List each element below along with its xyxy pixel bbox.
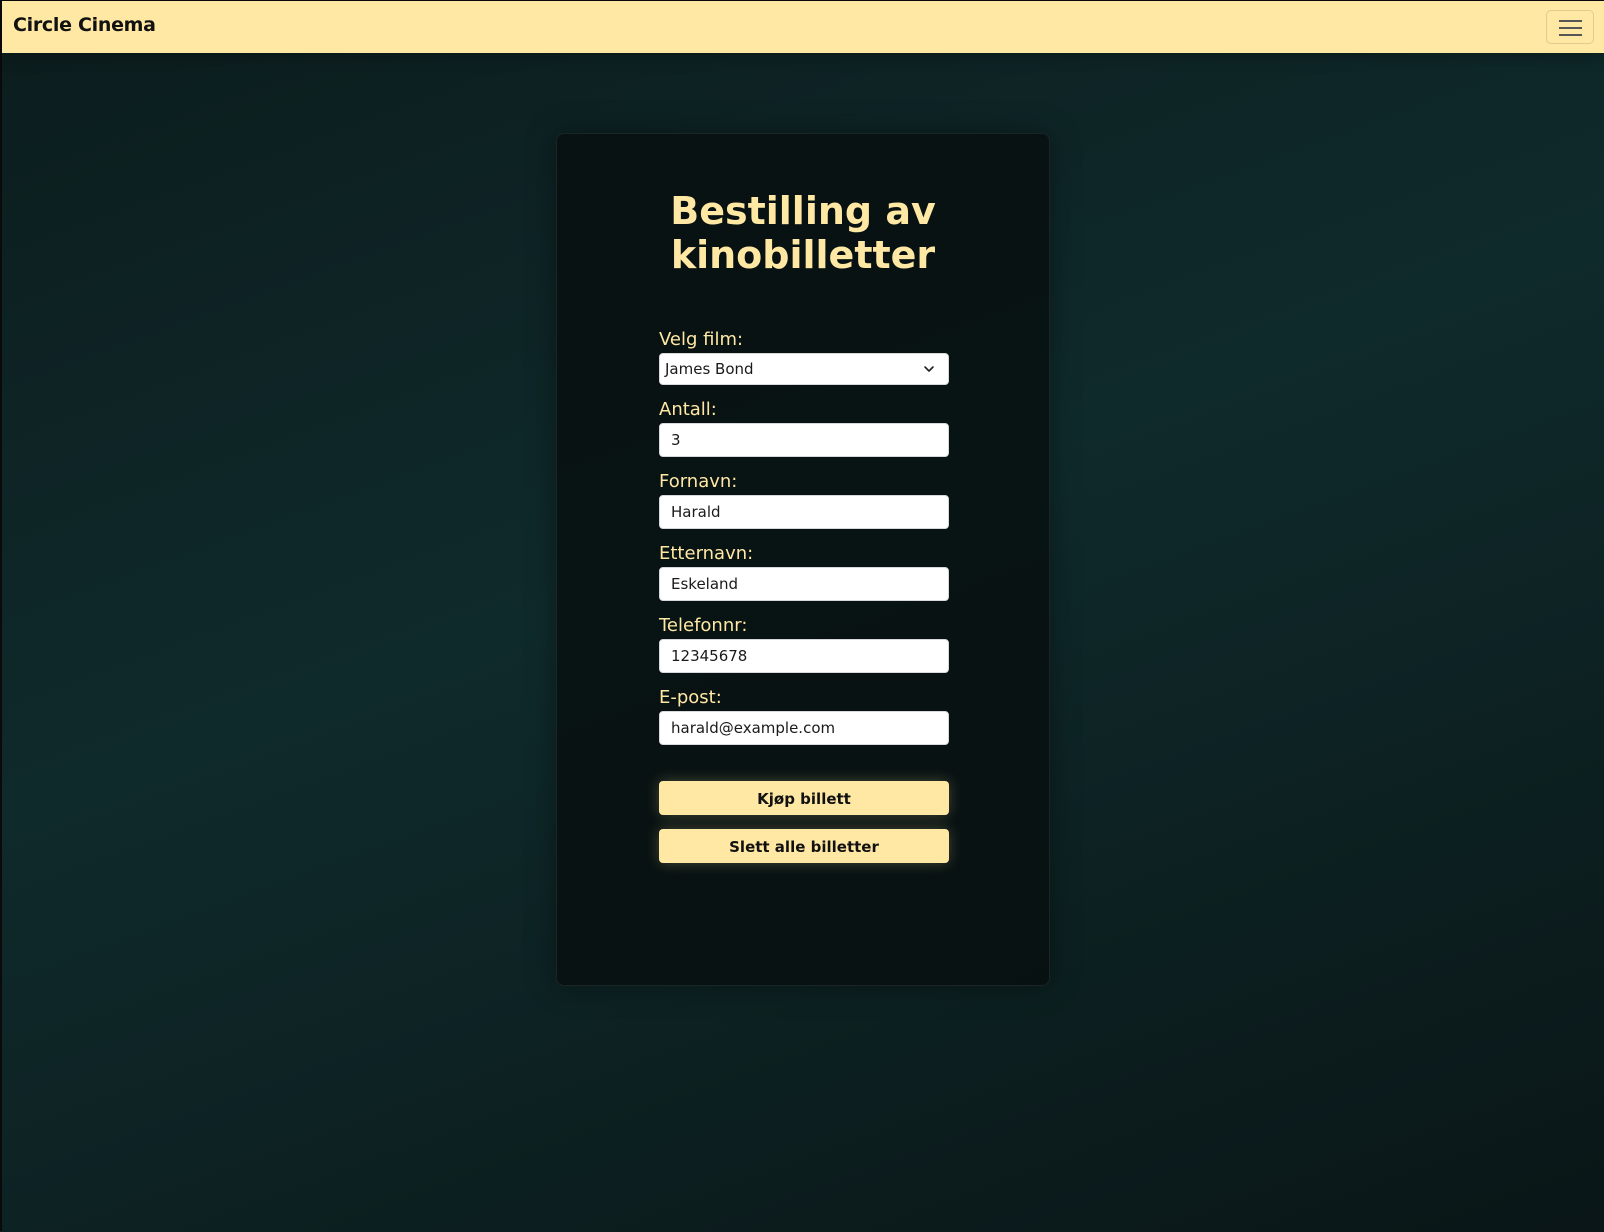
order-card: Bestilling av kinobilletter Velg film: J…	[556, 133, 1050, 986]
antall-group: Antall: 3	[659, 399, 949, 457]
page-title-text: Bestilling av kinobilletter	[670, 189, 936, 277]
epost-group: E-post: harald@example.com	[659, 687, 949, 745]
chevron-down-icon	[924, 366, 934, 372]
ticket-form: Velg film: James Bond Antall: 3 Fornavn:…	[659, 329, 949, 863]
telefonnr-input[interactable]: 12345678	[659, 639, 949, 673]
film-label: Velg film:	[659, 329, 744, 350]
fornavn-label: Fornavn:	[659, 471, 738, 492]
buy-ticket-button[interactable]: Kjøp billett	[659, 781, 949, 815]
etternavn-label: Etternavn:	[659, 543, 754, 564]
navbar-toggle-button[interactable]	[1546, 10, 1594, 44]
film-group: Velg film: James Bond	[659, 329, 949, 385]
fornavn-group: Fornavn: Harald	[659, 471, 949, 529]
telefonnr-label: Telefonnr:	[659, 615, 748, 636]
film-select-value: James Bond	[665, 360, 754, 378]
hamburger-menu-icon	[1559, 20, 1582, 22]
epost-label: E-post:	[659, 687, 722, 708]
film-select[interactable]: James Bond	[659, 353, 949, 385]
navbar: Circle Cinema	[2, 1, 1604, 53]
page-title: Bestilling av kinobilletter	[557, 189, 1049, 277]
etternavn-group: Etternavn: Eskeland	[659, 543, 949, 601]
brand-link[interactable]: Circle Cinema	[13, 14, 156, 36]
fornavn-input[interactable]: Harald	[659, 495, 949, 529]
etternavn-input[interactable]: Eskeland	[659, 567, 949, 601]
delete-all-tickets-button[interactable]: Slett alle billetter	[659, 829, 949, 863]
telefonnr-group: Telefonnr: 12345678	[659, 615, 949, 673]
antall-label: Antall:	[659, 399, 717, 420]
hamburger-menu-icon-bar	[1559, 27, 1582, 29]
antall-input[interactable]: 3	[659, 423, 949, 457]
hamburger-menu-icon-bar	[1559, 34, 1582, 36]
epost-input[interactable]: harald@example.com	[659, 711, 949, 745]
